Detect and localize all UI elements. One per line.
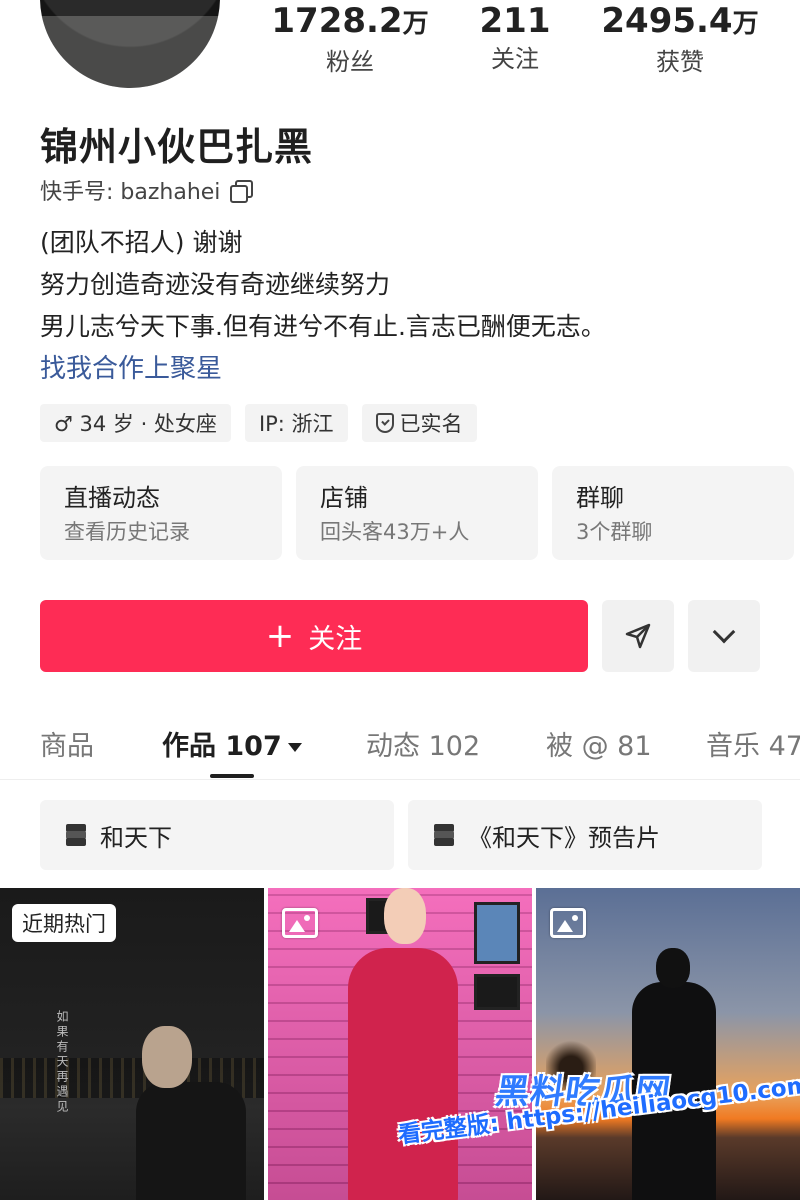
likes-unit: 万 (732, 9, 759, 39)
tab-products[interactable]: 商品 (40, 724, 94, 763)
bio-line: (团队不招人) 谢谢 (40, 228, 243, 257)
card-title: 群聊 (576, 484, 624, 512)
feature-cards: 直播动态 查看历史记录 店铺 回头客43万+人 群聊 3个群聊 (40, 466, 794, 560)
age-tag: ♂ 34 岁 · 处女座 (40, 404, 231, 442)
layers-icon (432, 824, 456, 846)
tab-works[interactable]: 作品 107 (162, 724, 302, 763)
copy-icon[interactable] (230, 180, 254, 203)
card-subtitle: 查看历史记录 (64, 520, 190, 544)
follow-label: 关注 (308, 623, 363, 655)
card-subtitle: 3个群聊 (576, 520, 653, 544)
age-tag-text: ♂ 34 岁 · 处女座 (54, 412, 217, 436)
image-post-icon (550, 908, 586, 938)
send-icon (625, 623, 651, 649)
tab-music[interactable]: 音乐 47 (706, 724, 800, 763)
follow-button[interactable]: + 关注 (40, 600, 588, 672)
stat-likes[interactable]: 2495.4万 获赞 (600, 0, 760, 79)
tab-moments[interactable]: 动态 102 (366, 724, 480, 763)
hot-badge: 近期热门 (12, 904, 116, 942)
card-title: 店铺 (320, 484, 368, 512)
plus-icon: + (265, 616, 295, 656)
likes-label: 获赞 (656, 48, 704, 76)
collection-label: 《和天下》预告片 (468, 823, 660, 852)
following-count: 211 (479, 1, 551, 41)
ip-tag-text: IP: 浙江 (258, 412, 334, 436)
kuaishou-id-text: 快手号: bazhahei (40, 180, 221, 205)
stat-following[interactable]: 211 关注 (450, 0, 580, 76)
verified-tag: 已实名 (361, 404, 477, 442)
content-tabs: 商品 作品 107 动态 102 被 @ 81 音乐 47 (0, 718, 800, 780)
person-figure (136, 1026, 246, 1200)
active-tab-indicator (210, 774, 254, 778)
share-button[interactable] (602, 600, 674, 672)
card-title: 直播动态 (64, 484, 160, 512)
collection-item[interactable]: 和天下 (40, 800, 394, 870)
verified-tag-text: 已实名 (399, 412, 463, 436)
collab-link[interactable]: 找我合作上聚星 (40, 348, 222, 385)
layers-icon (64, 824, 88, 846)
card-subtitle: 回头客43万+人 (320, 520, 470, 544)
card-live[interactable]: 直播动态 查看历史记录 (40, 466, 282, 560)
avatar[interactable] (40, 0, 220, 88)
card-group-chat[interactable]: 群聊 3个群聊 (552, 466, 794, 560)
more-button[interactable] (688, 600, 760, 672)
likes-count: 2495.4 (601, 1, 733, 41)
person-face (384, 888, 426, 944)
kuaishou-id: 快手号: bazhahei (40, 174, 254, 206)
wall-frame (474, 902, 520, 964)
bio-line: 男儿志兮天下事.但有进兮不有止.言志已酬便无志。 (40, 312, 606, 341)
person-figure (348, 948, 458, 1200)
collection-label: 和天下 (100, 823, 172, 852)
profile-bio: (团队不招人) 谢谢 努力创造奇迹没有奇迹继续努力 男儿志兮天下事.但有进兮不有… (40, 222, 606, 348)
caret-down-icon (287, 743, 302, 752)
profile-name: 锦州小伙巴扎黑 (40, 125, 314, 169)
thumbnail-caption: 如果有天再遇见 (55, 1010, 69, 1115)
fans-count: 1728.2 (271, 1, 403, 41)
shield-icon (375, 413, 394, 433)
tab-mentions[interactable]: 被 @ 81 (546, 724, 652, 763)
image-post-icon (282, 908, 318, 938)
chevron-down-icon (712, 620, 736, 644)
card-shop[interactable]: 店铺 回头客43万+人 (296, 466, 538, 560)
bio-line: 努力创造奇迹没有奇迹继续努力 (40, 270, 391, 299)
wall-frame (474, 974, 520, 1010)
collections: 和天下 《和天下》预告片 (40, 800, 762, 870)
works-grid: 如果有天再遇见 (0, 888, 800, 1200)
fans-unit: 万 (402, 9, 429, 39)
collection-item[interactable]: 《和天下》预告片 (408, 800, 762, 870)
tab-works-label: 作品 107 (162, 731, 282, 762)
following-label: 关注 (491, 45, 539, 73)
ip-tag: IP: 浙江 (244, 404, 348, 442)
stat-fans[interactable]: 1728.2万 粉丝 (270, 0, 430, 79)
fans-label: 粉丝 (326, 48, 374, 76)
profile-tags: ♂ 34 岁 · 处女座 IP: 浙江 已实名 (40, 404, 477, 442)
